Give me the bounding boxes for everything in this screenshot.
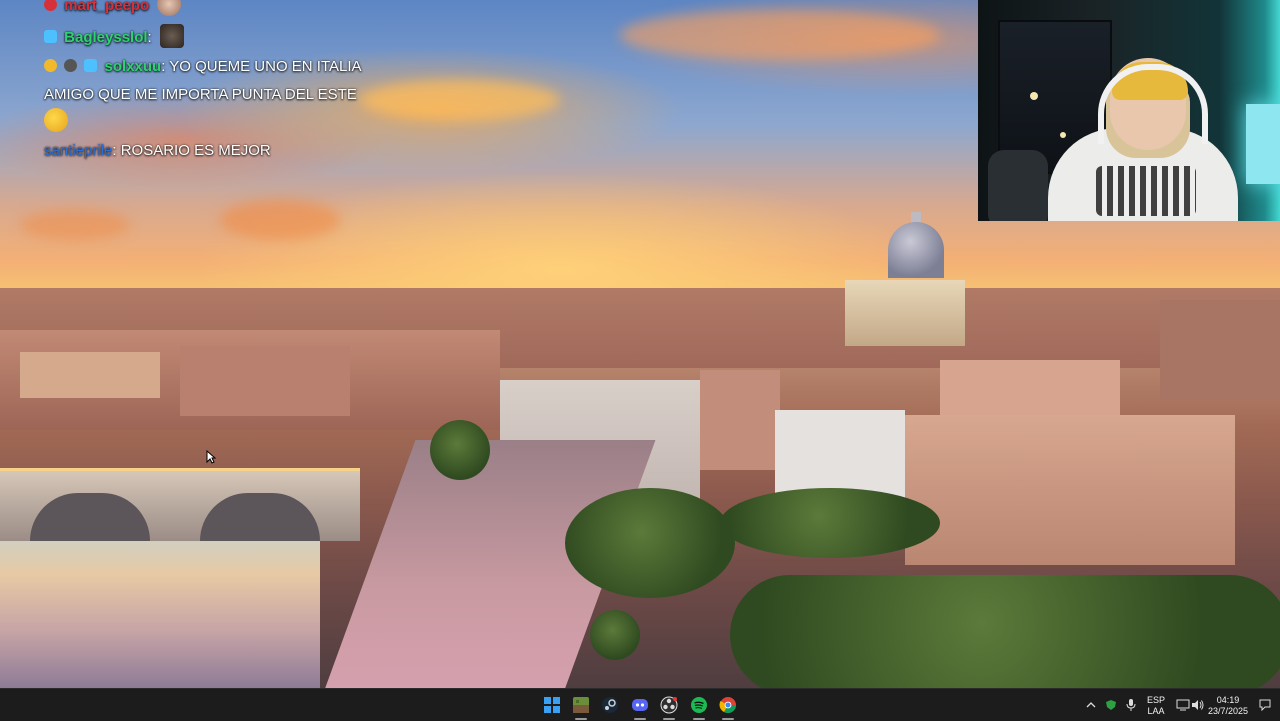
red-star-badge-icon <box>44 0 57 11</box>
chat-message: AMIGO QUE ME IMPORTA PUNTA DEL ESTE <box>44 86 357 103</box>
spotify-icon[interactable] <box>688 694 710 716</box>
chat-text: AMIGO QUE ME IMPORTA PUNTA DEL ESTE <box>44 86 357 103</box>
chat-separator: : <box>147 29 152 46</box>
mouse-cursor-icon <box>206 450 216 464</box>
monitor-glow <box>1246 104 1280 184</box>
chat-username: Bagleysslol <box>64 29 148 46</box>
face-emote-icon <box>159 24 184 48</box>
chat-username: santieprile <box>44 142 113 159</box>
chat-text: ROSARIO ES MEJOR <box>120 142 271 159</box>
blue-cube-badge-icon <box>84 59 98 72</box>
clock-date: 23/7/2025 <box>1207 706 1249 716</box>
gold-coin-badge-icon <box>44 59 57 72</box>
chevron-up-icon[interactable] <box>1080 694 1102 716</box>
defender-shield-icon[interactable] <box>1100 694 1122 716</box>
clock-time: 04:19 <box>1216 695 1240 705</box>
input-language[interactable]: ESP LAA <box>1144 695 1168 717</box>
minecraft-icon[interactable] <box>570 694 592 716</box>
chat-message: santieprile: ROSARIO ES MEJOR <box>44 142 271 159</box>
mask-badge-icon <box>64 59 78 72</box>
chat-username: mart_peepo <box>64 0 150 14</box>
chrome-icon[interactable] <box>717 694 739 716</box>
clock[interactable]: 04:19 23/7/2025 <box>1206 695 1250 717</box>
shirt-print <box>1096 166 1196 216</box>
headphones <box>1098 64 1208 144</box>
language-code: ESP <box>1146 695 1165 705</box>
chat-text: YO QUEME UNO EN ITALIA <box>169 58 362 75</box>
chat-message: Bagleysslol: <box>44 24 184 48</box>
notifications-icon[interactable] <box>1254 694 1276 716</box>
basilica-dome <box>888 222 944 278</box>
windows-start-icon[interactable] <box>541 694 563 716</box>
webcam-overlay <box>978 0 1280 221</box>
bridge <box>0 468 360 541</box>
chair <box>988 150 1048 221</box>
blue-cube-badge-icon <box>44 30 57 43</box>
obs-icon[interactable] <box>658 694 680 716</box>
pepe-emote-icon <box>157 0 182 16</box>
chat-message: mart_peepo <box>44 0 182 16</box>
microphone-icon[interactable] <box>1120 694 1142 716</box>
chat-message: solxxuu: YO QUEME UNO EN ITALIA <box>44 58 362 75</box>
taskbar: ESP LAA 04:19 23/7/2025 <box>0 688 1280 721</box>
chat-message <box>44 108 68 132</box>
basilica-facade <box>845 280 965 346</box>
keyboard-layout-code: LAA <box>1147 706 1165 716</box>
duck-emote-icon <box>44 108 68 132</box>
discord-icon[interactable] <box>629 694 651 716</box>
chat-separator: : <box>112 142 121 159</box>
steam-icon[interactable] <box>599 694 621 716</box>
chat-username: solxxuu <box>104 58 162 75</box>
